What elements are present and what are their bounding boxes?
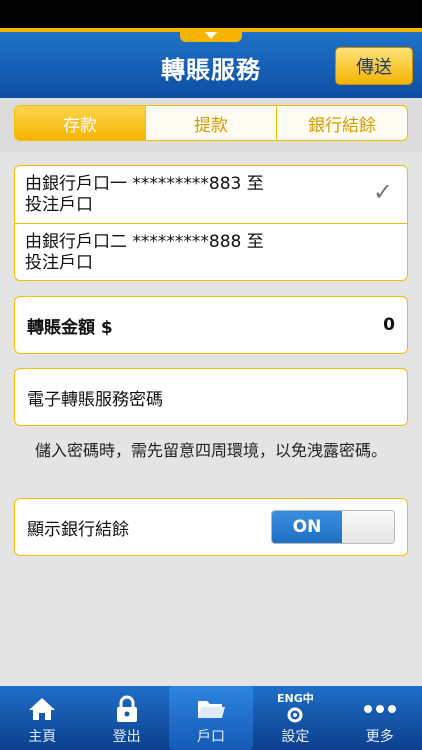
header-bar: 轉賬服務 傳送 [0,28,422,98]
nav-label: 戶口 [196,729,225,745]
tab-deposit[interactable]: 存款 [15,106,146,140]
nav-logout[interactable]: 登出 [84,686,168,750]
header-collapse-tab[interactable] [180,28,242,42]
nav-settings[interactable]: ENG中 設定 [253,686,337,750]
toggle-state: ON [272,511,342,543]
more-icon [363,692,397,726]
tab-bar: 存款 提款 銀行結餘 [0,98,422,152]
tab-withdraw[interactable]: 提款 [146,106,277,140]
status-bar [0,0,422,28]
password-label: 電子轉賬服務密碼 [27,389,163,410]
amount-field[interactable]: 轉賬金額 $ 0 [14,296,408,354]
account-option-2[interactable]: 由銀行戶口二 *********888 至 投注戶口 [15,223,407,280]
account-option-text: 由銀行戶口二 *********888 至 [25,232,264,252]
settings-icon: ENG中 [277,692,314,726]
home-icon [27,692,57,726]
nav-more[interactable]: 更多 [338,686,422,750]
account-option-text: 由銀行戶口一 *********883 至 [25,174,264,194]
password-field[interactable]: 電子轉賬服務密碼 [14,368,408,426]
lock-icon [115,692,139,726]
balance-toggle-row: 顯示銀行結餘 ON [14,498,408,556]
amount-label: 轉賬金額 $ [27,317,113,338]
nav-label: 主頁 [28,729,57,745]
send-button[interactable]: 傳送 [335,47,413,85]
nav-label: 設定 [281,729,310,745]
toggle-knob [342,511,394,543]
account-list: 由銀行戶口一 *********883 至 投注戶口 ✓ 由銀行戶口二 ****… [14,165,408,281]
account-option-text: 投注戶口 [25,253,93,273]
balance-toggle-label: 顯示銀行結餘 [27,519,129,540]
nav-home[interactable]: 主頁 [0,686,84,750]
amount-value: 0 [383,315,395,335]
tab-bank-balance[interactable]: 銀行結餘 [277,106,407,140]
folder-icon [196,692,226,726]
checkmark-icon: ✓ [372,178,393,206]
account-option-text: 投注戶口 [25,195,93,215]
chevron-down-icon [205,31,217,39]
balance-toggle-switch[interactable]: ON [271,510,395,544]
settings-icon-text: ENG中 [276,692,314,705]
account-option-1[interactable]: 由銀行戶口一 *********883 至 投注戶口 ✓ [15,166,407,223]
nav-label: 登出 [112,729,141,745]
nav-label: 更多 [365,729,394,745]
nav-account[interactable]: 戶口 [168,686,254,750]
segmented-tabs: 存款 提款 銀行結餘 [14,105,408,141]
bottom-nav: 主頁 登出 戶口 ENG中 設定 更多 [0,686,422,750]
security-notice: 儲入密碼時，需先留意四周環境，以免洩露密碼。 [34,441,387,460]
